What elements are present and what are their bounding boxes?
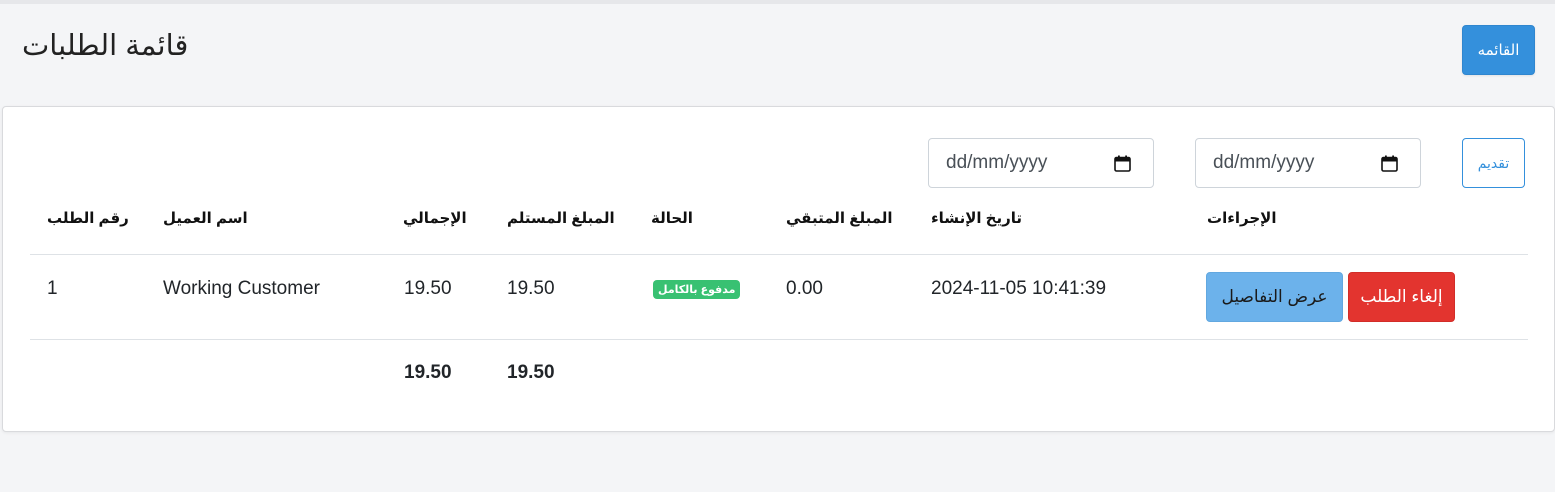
view-details-button[interactable]: عرض التفاصيل	[1206, 272, 1343, 322]
footer-received: 19.50	[507, 362, 555, 383]
header-created-at: تاريخ الإنشاء	[931, 210, 1023, 227]
header-remaining: المبلغ المتبقي	[786, 210, 893, 227]
page-title: قائمة الطلبات	[22, 30, 189, 62]
header-customer-name: اسم العميل	[163, 210, 248, 227]
cancel-order-button[interactable]: إلغاء الطلب	[1348, 272, 1455, 322]
cell-created-at: 2024-11-05 10:41:39	[931, 278, 1107, 299]
row-divider	[30, 339, 1528, 340]
header-order-number: رقم الطلب	[47, 210, 129, 227]
calendar-icon[interactable]	[1381, 155, 1398, 172]
header-total: الإجمالي	[403, 210, 467, 227]
calendar-icon[interactable]	[1114, 155, 1131, 172]
status-badge: مدفوع بالكامل	[653, 280, 741, 299]
orders-card: تقديم dd/mm/yyyy dd/mm/yyyy رقم الطلب اس…	[2, 106, 1555, 432]
cell-order-number: 1	[47, 278, 58, 299]
date-from-placeholder: dd/mm/yyyy	[1213, 152, 1315, 173]
cell-received: 19.50	[507, 278, 555, 299]
header-received: المبلغ المستلم	[507, 210, 615, 227]
cell-customer-name: Working Customer	[163, 278, 320, 299]
cell-total: 19.50	[404, 278, 452, 299]
footer-total: 19.50	[404, 362, 452, 383]
header-divider	[30, 254, 1528, 255]
header-status: الحالة	[651, 210, 693, 227]
date-from-input[interactable]: dd/mm/yyyy	[1195, 138, 1421, 188]
cell-remaining: 0.00	[786, 278, 823, 299]
submit-button[interactable]: تقديم	[1462, 138, 1525, 188]
date-to-placeholder: dd/mm/yyyy	[946, 152, 1048, 173]
menu-button[interactable]: القائمه	[1462, 25, 1535, 75]
header-actions: الإجراءات	[1207, 210, 1277, 227]
date-to-input[interactable]: dd/mm/yyyy	[928, 138, 1154, 188]
